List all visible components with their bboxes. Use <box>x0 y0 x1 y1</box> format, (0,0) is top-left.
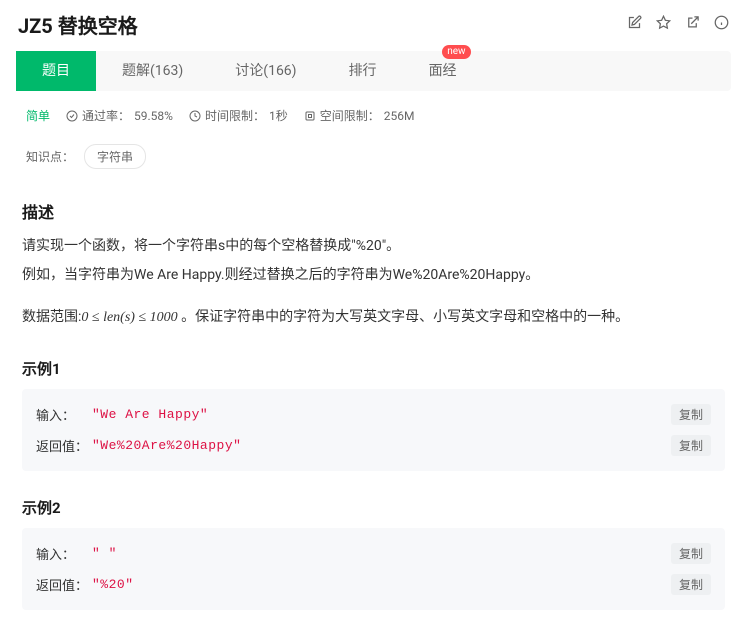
check-circle-icon <box>66 110 78 122</box>
tabs-container: 题目 题解(163) 讨论(166) 排行 面经 new <box>16 51 731 91</box>
meta-row: 简单 通过率： 59.58% 时间限制：1秒 空间限制： 256M <box>0 91 747 134</box>
time-limit: 时间限制：1秒 <box>189 107 288 124</box>
info-icon[interactable] <box>714 15 729 34</box>
example-return-value: "%20" <box>92 577 671 592</box>
space-limit: 空间限制： 256M <box>304 107 415 124</box>
desc-p3-suffix: 。保证字符串中的字符为大写英文字母、小写英文字母和空格中的一种。 <box>178 309 629 325</box>
example-input-label: 输入： <box>36 544 92 563</box>
desc-heading: 描述 <box>22 199 725 223</box>
page-title: JZ5 替换空格 <box>18 10 138 39</box>
header-actions <box>627 15 729 34</box>
copy-button[interactable]: 复制 <box>671 435 711 456</box>
example2-box: 输入： " " 复制 返回值： "%20" 复制 <box>22 528 725 610</box>
tab-ranking[interactable]: 排行 <box>323 51 403 91</box>
example2-input-row: 输入： " " 复制 <box>36 538 711 569</box>
desc-p1: 请实现一个函数，将一个字符串s中的每个空格替换成"%20"。 <box>22 233 725 260</box>
edit-icon[interactable] <box>627 15 642 34</box>
copy-button[interactable]: 复制 <box>671 574 711 595</box>
pass-label: 通过率： <box>82 107 130 124</box>
space-value: 256M <box>384 109 415 123</box>
star-icon[interactable] <box>656 15 671 34</box>
example1-return-row: 返回值： "We%20Are%20Happy" 复制 <box>36 430 711 461</box>
tab-discuss[interactable]: 讨论(166) <box>209 51 322 91</box>
desc-p3-math: 0 ≤ len(s) ≤ 1000 <box>81 310 177 325</box>
copy-button[interactable]: 复制 <box>671 404 711 425</box>
time-label: 时间限制： <box>205 107 265 124</box>
example-input-value: " " <box>92 546 671 561</box>
page-header: JZ5 替换空格 <box>0 0 747 47</box>
tab-interview[interactable]: 面经 new <box>403 51 483 91</box>
example-return-label: 返回值： <box>36 436 92 455</box>
content: 描述 请实现一个函数，将一个字符串s中的每个空格替换成"%20"。 例如，当字符… <box>0 181 747 630</box>
tags-label: 知识点： <box>26 148 74 165</box>
difficulty-label: 简单 <box>26 107 50 124</box>
tag-item[interactable]: 字符串 <box>84 144 146 169</box>
example-return-value: "We%20Are%20Happy" <box>92 438 671 453</box>
clock-icon <box>189 110 201 122</box>
tags-row: 知识点： 字符串 <box>0 134 747 181</box>
tabs: 题目 题解(163) 讨论(166) 排行 面经 new <box>16 51 731 91</box>
share-icon[interactable] <box>685 15 700 34</box>
memory-icon <box>304 110 316 122</box>
example1-input-row: 输入： "We Are Happy" 复制 <box>36 399 711 430</box>
example-input-value: "We Are Happy" <box>92 407 671 422</box>
space-label: 空间限制： <box>320 107 380 124</box>
example1-box: 输入： "We Are Happy" 复制 返回值： "We%20Are%20H… <box>22 389 725 471</box>
desc-body: 请实现一个函数，将一个字符串s中的每个空格替换成"%20"。 例如，当字符串为W… <box>22 233 725 332</box>
example-input-label: 输入： <box>36 405 92 424</box>
new-badge: new <box>442 45 470 59</box>
example2-title: 示例2 <box>22 497 725 518</box>
pass-value: 59.58% <box>134 109 173 123</box>
example1-title: 示例1 <box>22 358 725 379</box>
desc-p3: 数据范围:0 ≤ len(s) ≤ 1000 。保证字符串中的字符为大写英文字母… <box>22 304 725 332</box>
tab-problem[interactable]: 题目 <box>16 51 96 91</box>
example2-return-row: 返回值： "%20" 复制 <box>36 569 711 600</box>
example-return-label: 返回值： <box>36 575 92 594</box>
copy-button[interactable]: 复制 <box>671 543 711 564</box>
pass-rate: 通过率： 59.58% <box>66 107 173 124</box>
time-value: 1秒 <box>269 107 288 124</box>
desc-p3-prefix: 数据范围: <box>22 309 81 325</box>
desc-p2: 例如，当字符串为We Are Happy.则经过替换之后的字符串为We%20Ar… <box>22 262 725 289</box>
tab-solutions[interactable]: 题解(163) <box>96 51 209 91</box>
